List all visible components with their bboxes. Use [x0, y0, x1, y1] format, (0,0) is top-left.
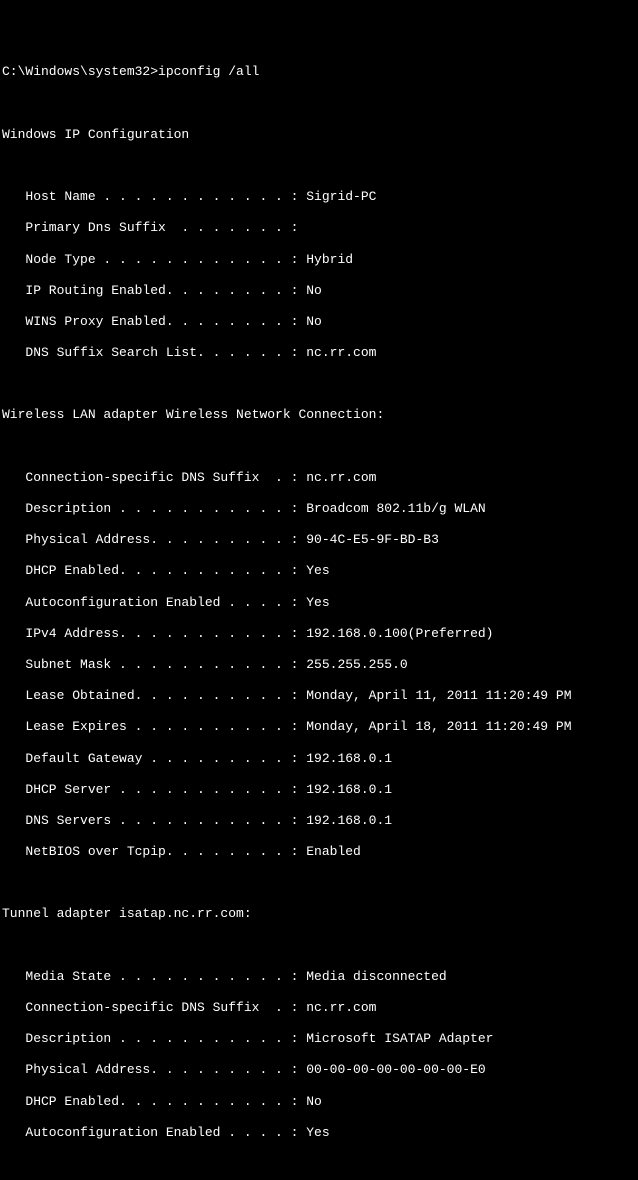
kv-dns-suffix-list: DNS Suffix Search List. . . . . . : nc.r… — [2, 345, 636, 361]
value: 00-00-00-00-00-00-00-E0 — [306, 1062, 485, 1077]
kv-dhcp-enabled: DHCP Enabled. . . . . . . . . . . : No — [2, 1094, 636, 1110]
kv-dhcp-server: DHCP Server . . . . . . . . . . . : 192.… — [2, 782, 636, 798]
value: Monday, April 18, 2011 11:20:49 PM — [306, 719, 571, 734]
isatap-adapter-header: Tunnel adapter isatap.nc.rr.com: — [2, 906, 636, 922]
kv-default-gateway: Default Gateway . . . . . . . . . : 192.… — [2, 751, 636, 767]
value: Monday, April 11, 2011 11:20:49 PM — [306, 688, 571, 703]
command-prompt-line: C:\Windows\system32>ipconfig /all — [2, 64, 636, 80]
kv-dhcp-enabled: DHCP Enabled. . . . . . . . . . . : Yes — [2, 563, 636, 579]
kv-physical-address: Physical Address. . . . . . . . . : 00-0… — [2, 1062, 636, 1078]
kv-media-state: Media State . . . . . . . . . . . : Medi… — [2, 969, 636, 985]
kv-wins-proxy: WINS Proxy Enabled. . . . . . . . : No — [2, 314, 636, 330]
value: No — [306, 283, 322, 298]
value: nc.rr.com — [306, 470, 376, 485]
value: Media disconnected — [306, 969, 446, 984]
value: Yes — [306, 1125, 329, 1140]
value: 192.168.0.1 — [306, 813, 392, 828]
kv-conn-dns-suffix: Connection-specific DNS Suffix . : nc.rr… — [2, 1000, 636, 1016]
value: 255.255.255.0 — [306, 657, 407, 672]
kv-subnet: Subnet Mask . . . . . . . . . . . : 255.… — [2, 657, 636, 673]
kv-dns-servers: DNS Servers . . . . . . . . . . . : 192.… — [2, 813, 636, 829]
section-header: Windows IP Configuration — [2, 127, 636, 143]
value: 192.168.0.1 — [306, 751, 392, 766]
kv-conn-dns-suffix: Connection-specific DNS Suffix . : nc.rr… — [2, 470, 636, 486]
value: No — [306, 1094, 322, 1109]
value: No — [306, 314, 322, 329]
kv-ip-routing: IP Routing Enabled. . . . . . . . : No — [2, 283, 636, 299]
kv-autoconf: Autoconfiguration Enabled . . . . : Yes — [2, 1125, 636, 1141]
value: 192.168.0.100(Preferred) — [306, 626, 493, 641]
wlan-adapter-header: Wireless LAN adapter Wireless Network Co… — [2, 407, 636, 423]
kv-physical-address: Physical Address. . . . . . . . . : 90-4… — [2, 532, 636, 548]
value: Sigrid-PC — [306, 189, 376, 204]
value: Microsoft ISATAP Adapter — [306, 1031, 493, 1046]
value: Enabled — [306, 844, 361, 859]
value: Broadcom 802.11b/g WLAN — [306, 501, 485, 516]
kv-node-type: Node Type . . . . . . . . . . . . : Hybr… — [2, 252, 636, 268]
kv-lease-expires: Lease Expires . . . . . . . . . . : Mond… — [2, 719, 636, 735]
kv-autoconf: Autoconfiguration Enabled . . . . : Yes — [2, 595, 636, 611]
kv-description: Description . . . . . . . . . . . : Micr… — [2, 1031, 636, 1047]
kv-lease-obtained: Lease Obtained. . . . . . . . . . : Mond… — [2, 688, 636, 704]
value: Hybrid — [306, 252, 353, 267]
kv-ipv4: IPv4 Address. . . . . . . . . . . : 192.… — [2, 626, 636, 642]
value: 192.168.0.1 — [306, 782, 392, 797]
value: Yes — [306, 595, 329, 610]
value: nc.rr.com — [306, 345, 376, 360]
value: 90-4C-E5-9F-BD-B3 — [306, 532, 439, 547]
value: Yes — [306, 563, 329, 578]
kv-primary-dns-suffix: Primary Dns Suffix . . . . . . . : — [2, 220, 636, 236]
kv-netbios: NetBIOS over Tcpip. . . . . . . . : Enab… — [2, 844, 636, 860]
value: nc.rr.com — [306, 1000, 376, 1015]
kv-host-name: Host Name . . . . . . . . . . . . : Sigr… — [2, 189, 636, 205]
kv-description: Description . . . . . . . . . . . : Broa… — [2, 501, 636, 517]
